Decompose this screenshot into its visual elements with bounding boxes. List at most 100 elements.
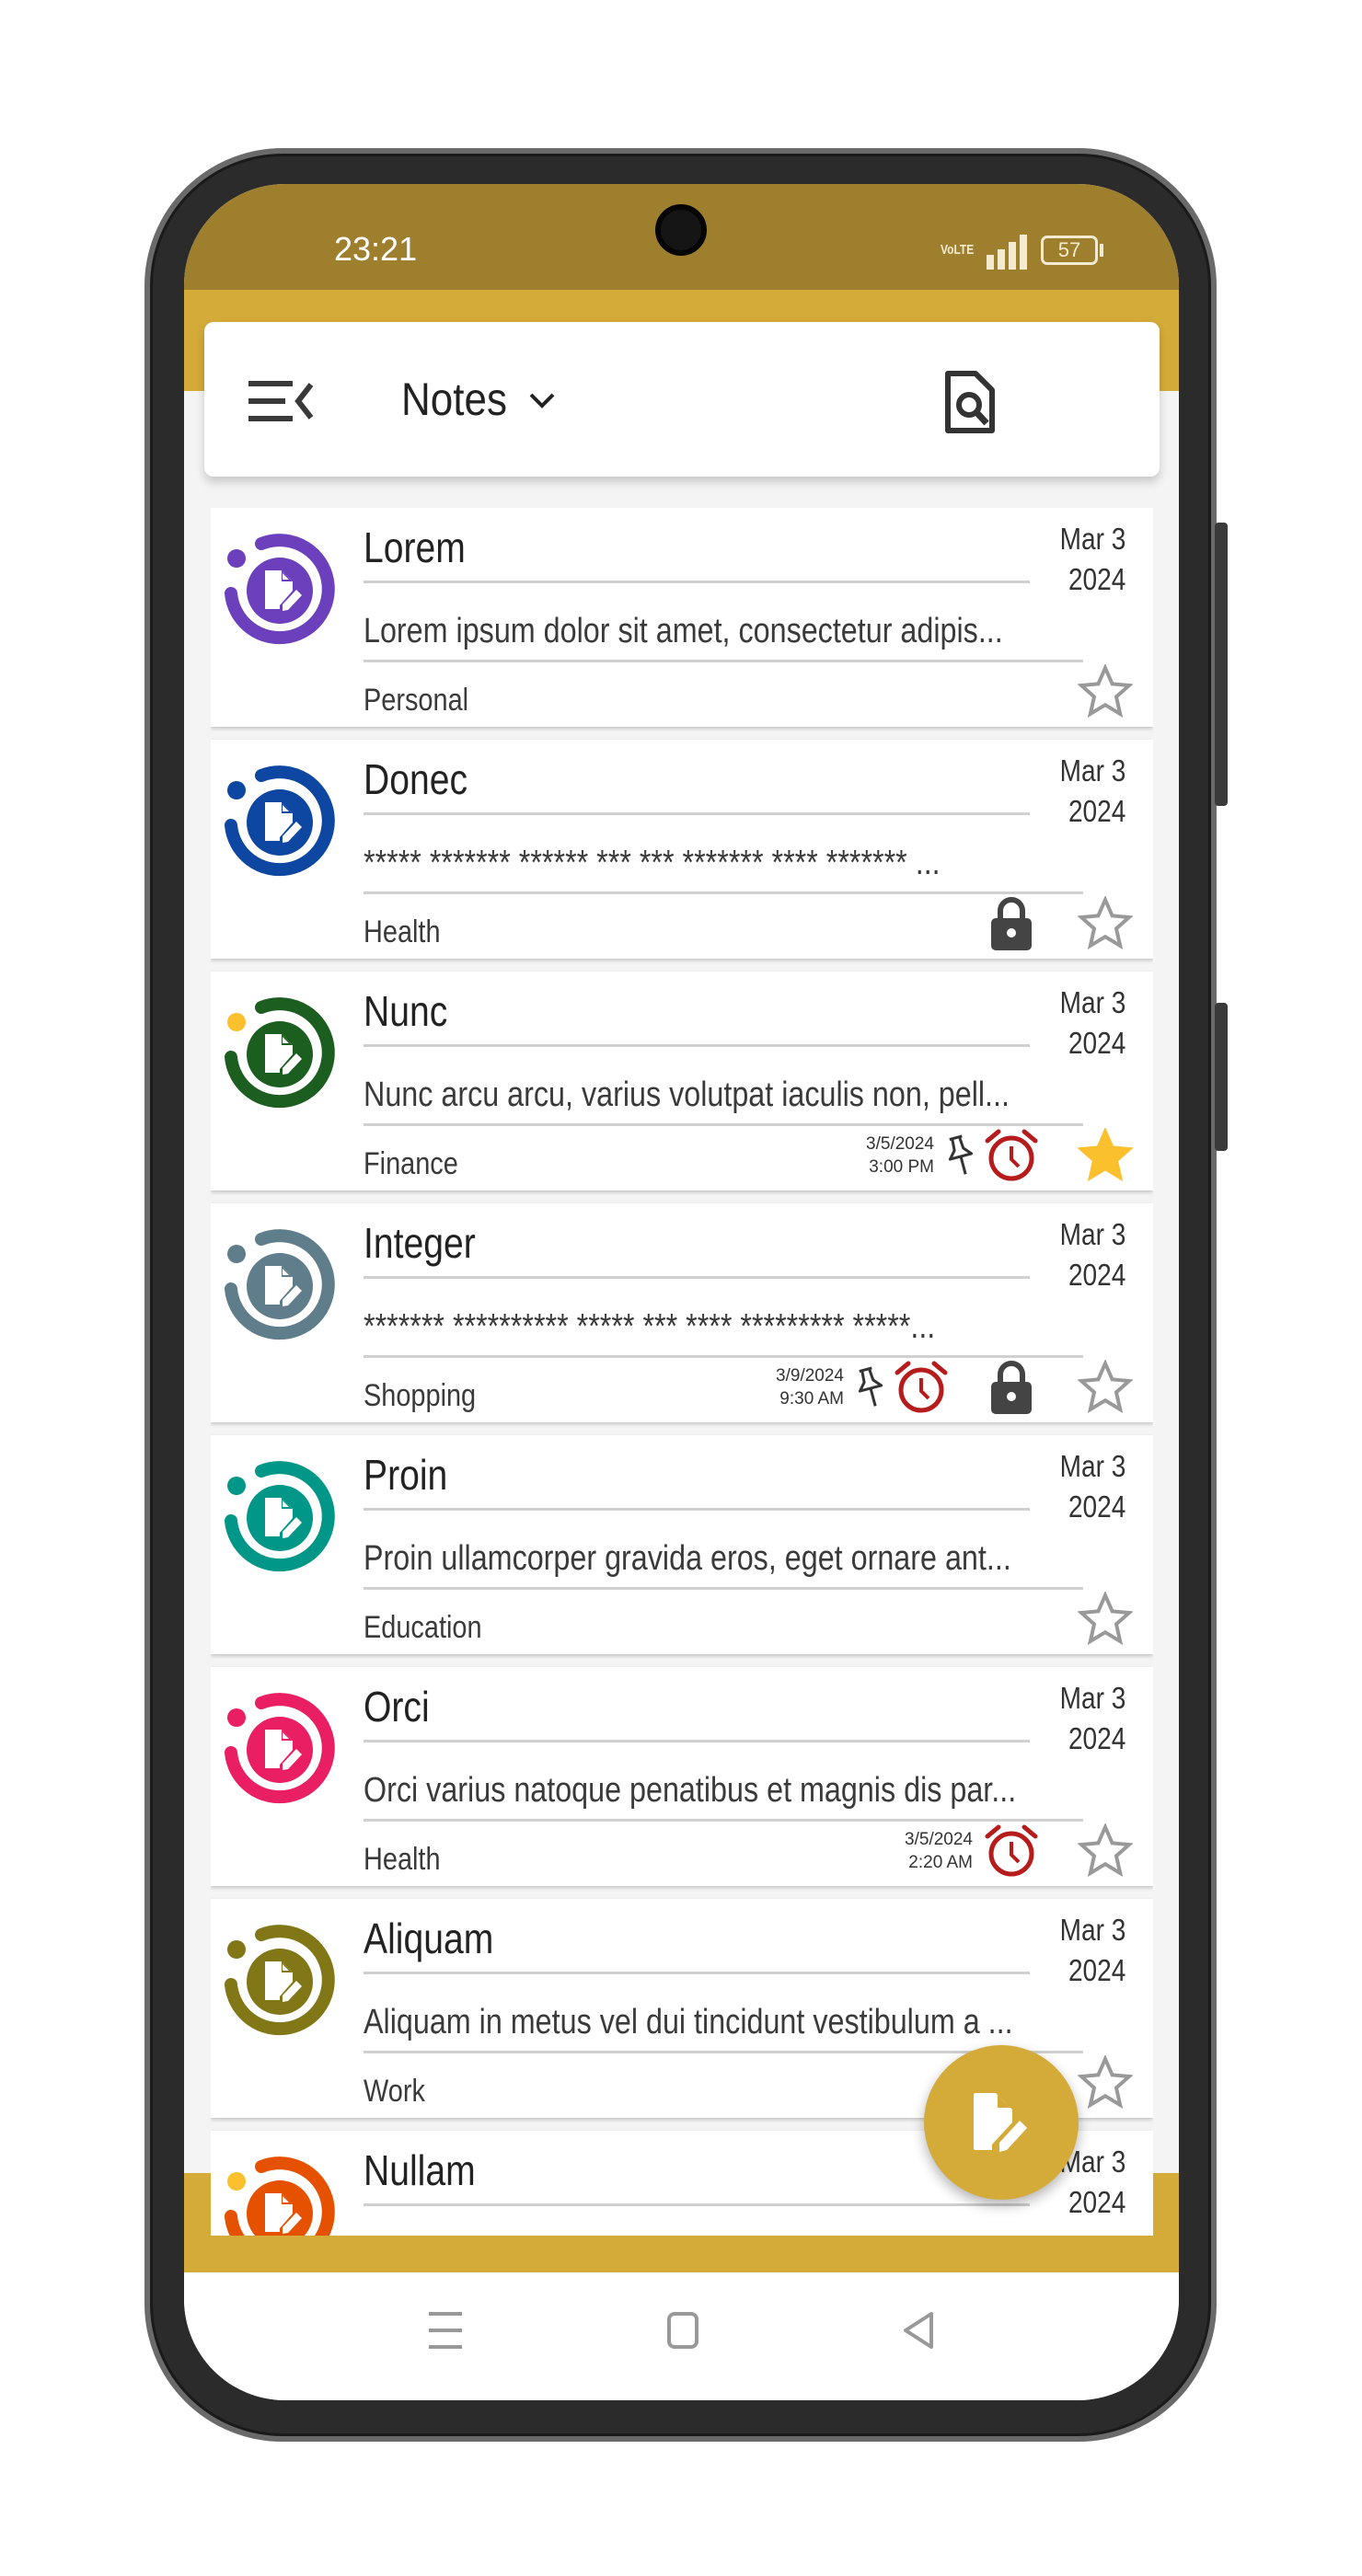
note-date-year: 2024 xyxy=(1068,1258,1125,1292)
reminder-datetime: 3/5/2024 3:00 PM xyxy=(866,1133,934,1179)
note-status-icons: 3/5/2024 3:00 PM xyxy=(866,1126,1133,1185)
lock-icon[interactable] xyxy=(990,896,1033,951)
star-outline-icon[interactable] xyxy=(1078,2055,1133,2110)
note-date-year: 2024 xyxy=(1068,1026,1125,1060)
note-title: Proin xyxy=(364,1451,448,1499)
pin-icon[interactable] xyxy=(855,1366,886,1409)
note-date: Mar 3 2024 xyxy=(1059,1446,1125,1527)
reminder-date: 3/5/2024 xyxy=(866,1134,934,1154)
note-date-year: 2024 xyxy=(1068,562,1125,596)
document-search-icon[interactable] xyxy=(944,370,996,434)
title-divider xyxy=(364,1972,1030,1974)
star-outline-icon[interactable] xyxy=(1078,664,1133,719)
note-date-year: 2024 xyxy=(1068,2185,1125,2219)
note-avatar-icon xyxy=(225,1461,335,1572)
volume-button xyxy=(1215,523,1228,806)
title-divider xyxy=(364,1740,1030,1742)
reminder-date: 3/5/2024 xyxy=(905,1830,973,1849)
note-category: Education xyxy=(364,1610,482,1645)
note-date: Mar 3 2024 xyxy=(1059,1214,1125,1295)
note-status-icons xyxy=(990,894,1133,953)
home-icon[interactable] xyxy=(667,2312,698,2349)
note-date-month-day: Mar 3 xyxy=(1059,1217,1125,1251)
note-date-year: 2024 xyxy=(1068,1953,1125,1987)
note-title: Nullam xyxy=(364,2146,476,2194)
page-title[interactable]: Notes xyxy=(401,373,507,426)
new-note-fab[interactable] xyxy=(924,2045,1079,2200)
note-category: Health xyxy=(364,1842,441,1877)
chevron-down-icon[interactable] xyxy=(528,392,556,410)
note-date-year: 2024 xyxy=(1068,1489,1125,1524)
title-divider xyxy=(364,1276,1030,1279)
recents-icon[interactable] xyxy=(429,2312,462,2349)
status-time: 23:21 xyxy=(334,230,418,268)
note-date-month-day: Mar 3 xyxy=(1059,753,1125,788)
note-title: Donec xyxy=(364,755,468,803)
body-divider xyxy=(364,660,1083,662)
alarm-icon[interactable] xyxy=(984,1823,1039,1879)
star-outline-icon[interactable] xyxy=(1078,896,1133,951)
note-title: Lorem xyxy=(364,523,466,571)
title-divider xyxy=(364,812,1030,815)
note-avatar-icon xyxy=(225,765,335,877)
reminder-time: 3:00 PM xyxy=(869,1157,934,1177)
note-category: Finance xyxy=(364,1146,458,1181)
note-card[interactable]: Nunc Mar 3 2024 Nunc arcu arcu, varius vol… xyxy=(211,972,1153,1190)
reminder-time: 2:20 AM xyxy=(908,1853,973,1872)
note-date: Mar 3 2024 xyxy=(1059,519,1125,600)
note-date-month-day: Mar 3 xyxy=(1059,1449,1125,1483)
camera-cutout xyxy=(655,204,707,256)
body-divider xyxy=(364,1587,1083,1590)
note-preview: ******* ********** ***** *** **** ******… xyxy=(364,1307,936,1346)
star-filled-icon[interactable] xyxy=(1078,1128,1133,1183)
star-outline-icon[interactable] xyxy=(1078,1823,1133,1879)
note-date-month-day: Mar 3 xyxy=(1059,985,1125,1019)
note-status-icons: 3/9/2024 9:30 AM xyxy=(776,1358,1133,1417)
pin-icon[interactable] xyxy=(945,1134,976,1177)
system-nav-bar xyxy=(184,2272,1179,2400)
battery-icon: 57 xyxy=(1041,236,1098,265)
note-preview: Orci varius natoque penatibus et magnis … xyxy=(364,1771,1017,1810)
note-avatar-icon xyxy=(225,997,335,1109)
note-card[interactable]: Lorem Mar 3 2024 Lorem ipsum dolor sit ame… xyxy=(211,508,1153,727)
volte-indicator: VoLTE xyxy=(941,242,975,258)
note-date-year: 2024 xyxy=(1068,1721,1125,1755)
screen: 23:21 VoLTE 57 Notes Lorem Mar 3 2024 Lore… xyxy=(184,184,1179,2400)
power-button xyxy=(1215,1003,1228,1151)
star-outline-icon[interactable] xyxy=(1078,1360,1133,1415)
body-divider xyxy=(364,891,1083,894)
reminder-date: 3/9/2024 xyxy=(776,1366,844,1386)
note-card[interactable]: Donec Mar 3 2024 ***** ******* ****** *** … xyxy=(211,740,1153,959)
note-card[interactable]: Integer Mar 3 2024 ******* ********** ****… xyxy=(211,1203,1153,1422)
menu-collapse-icon[interactable] xyxy=(248,381,315,421)
battery-tip xyxy=(1100,244,1103,257)
note-preview: Aliquam in metus vel dui tincidunt vesti… xyxy=(364,2003,1013,2041)
note-status-icons xyxy=(1078,662,1133,721)
note-avatar-icon xyxy=(225,534,335,645)
note-avatar-icon xyxy=(225,1229,335,1340)
back-icon[interactable] xyxy=(902,2312,935,2349)
note-title: Nunc xyxy=(364,987,448,1035)
note-date: Mar 3 2024 xyxy=(1059,1678,1125,1759)
note-title: Orci xyxy=(364,1683,430,1731)
star-outline-icon[interactable] xyxy=(1078,1592,1133,1647)
note-date: Mar 3 2024 xyxy=(1059,983,1125,1064)
title-divider xyxy=(364,581,1030,583)
reminder-time: 9:30 AM xyxy=(779,1389,844,1409)
lock-icon[interactable] xyxy=(990,1360,1033,1415)
note-category: Work xyxy=(364,2074,425,2109)
alarm-icon[interactable] xyxy=(984,1128,1039,1183)
title-divider xyxy=(364,1044,1030,1047)
alarm-icon[interactable] xyxy=(894,1360,949,1415)
note-card[interactable]: Proin Mar 3 2024 Proin ullamcorper gravida… xyxy=(211,1435,1153,1654)
note-date-month-day: Mar 3 xyxy=(1059,522,1125,556)
note-preview: Proin ullamcorper gravida eros, eget orn… xyxy=(364,1539,1011,1578)
note-avatar-icon xyxy=(225,2156,335,2236)
note-category: Personal xyxy=(364,683,469,718)
note-date-month-day: Mar 3 xyxy=(1059,1913,1125,1947)
title-divider xyxy=(364,2203,1030,2206)
note-title: Aliquam xyxy=(364,1915,494,1962)
note-card[interactable]: Orci Mar 3 2024 Orci varius natoque penati… xyxy=(211,1667,1153,1886)
notes-list[interactable]: Lorem Mar 3 2024 Lorem ipsum dolor sit ame… xyxy=(211,508,1153,2236)
note-preview: Lorem ipsum dolor sit amet, consectetur … xyxy=(364,612,1003,650)
